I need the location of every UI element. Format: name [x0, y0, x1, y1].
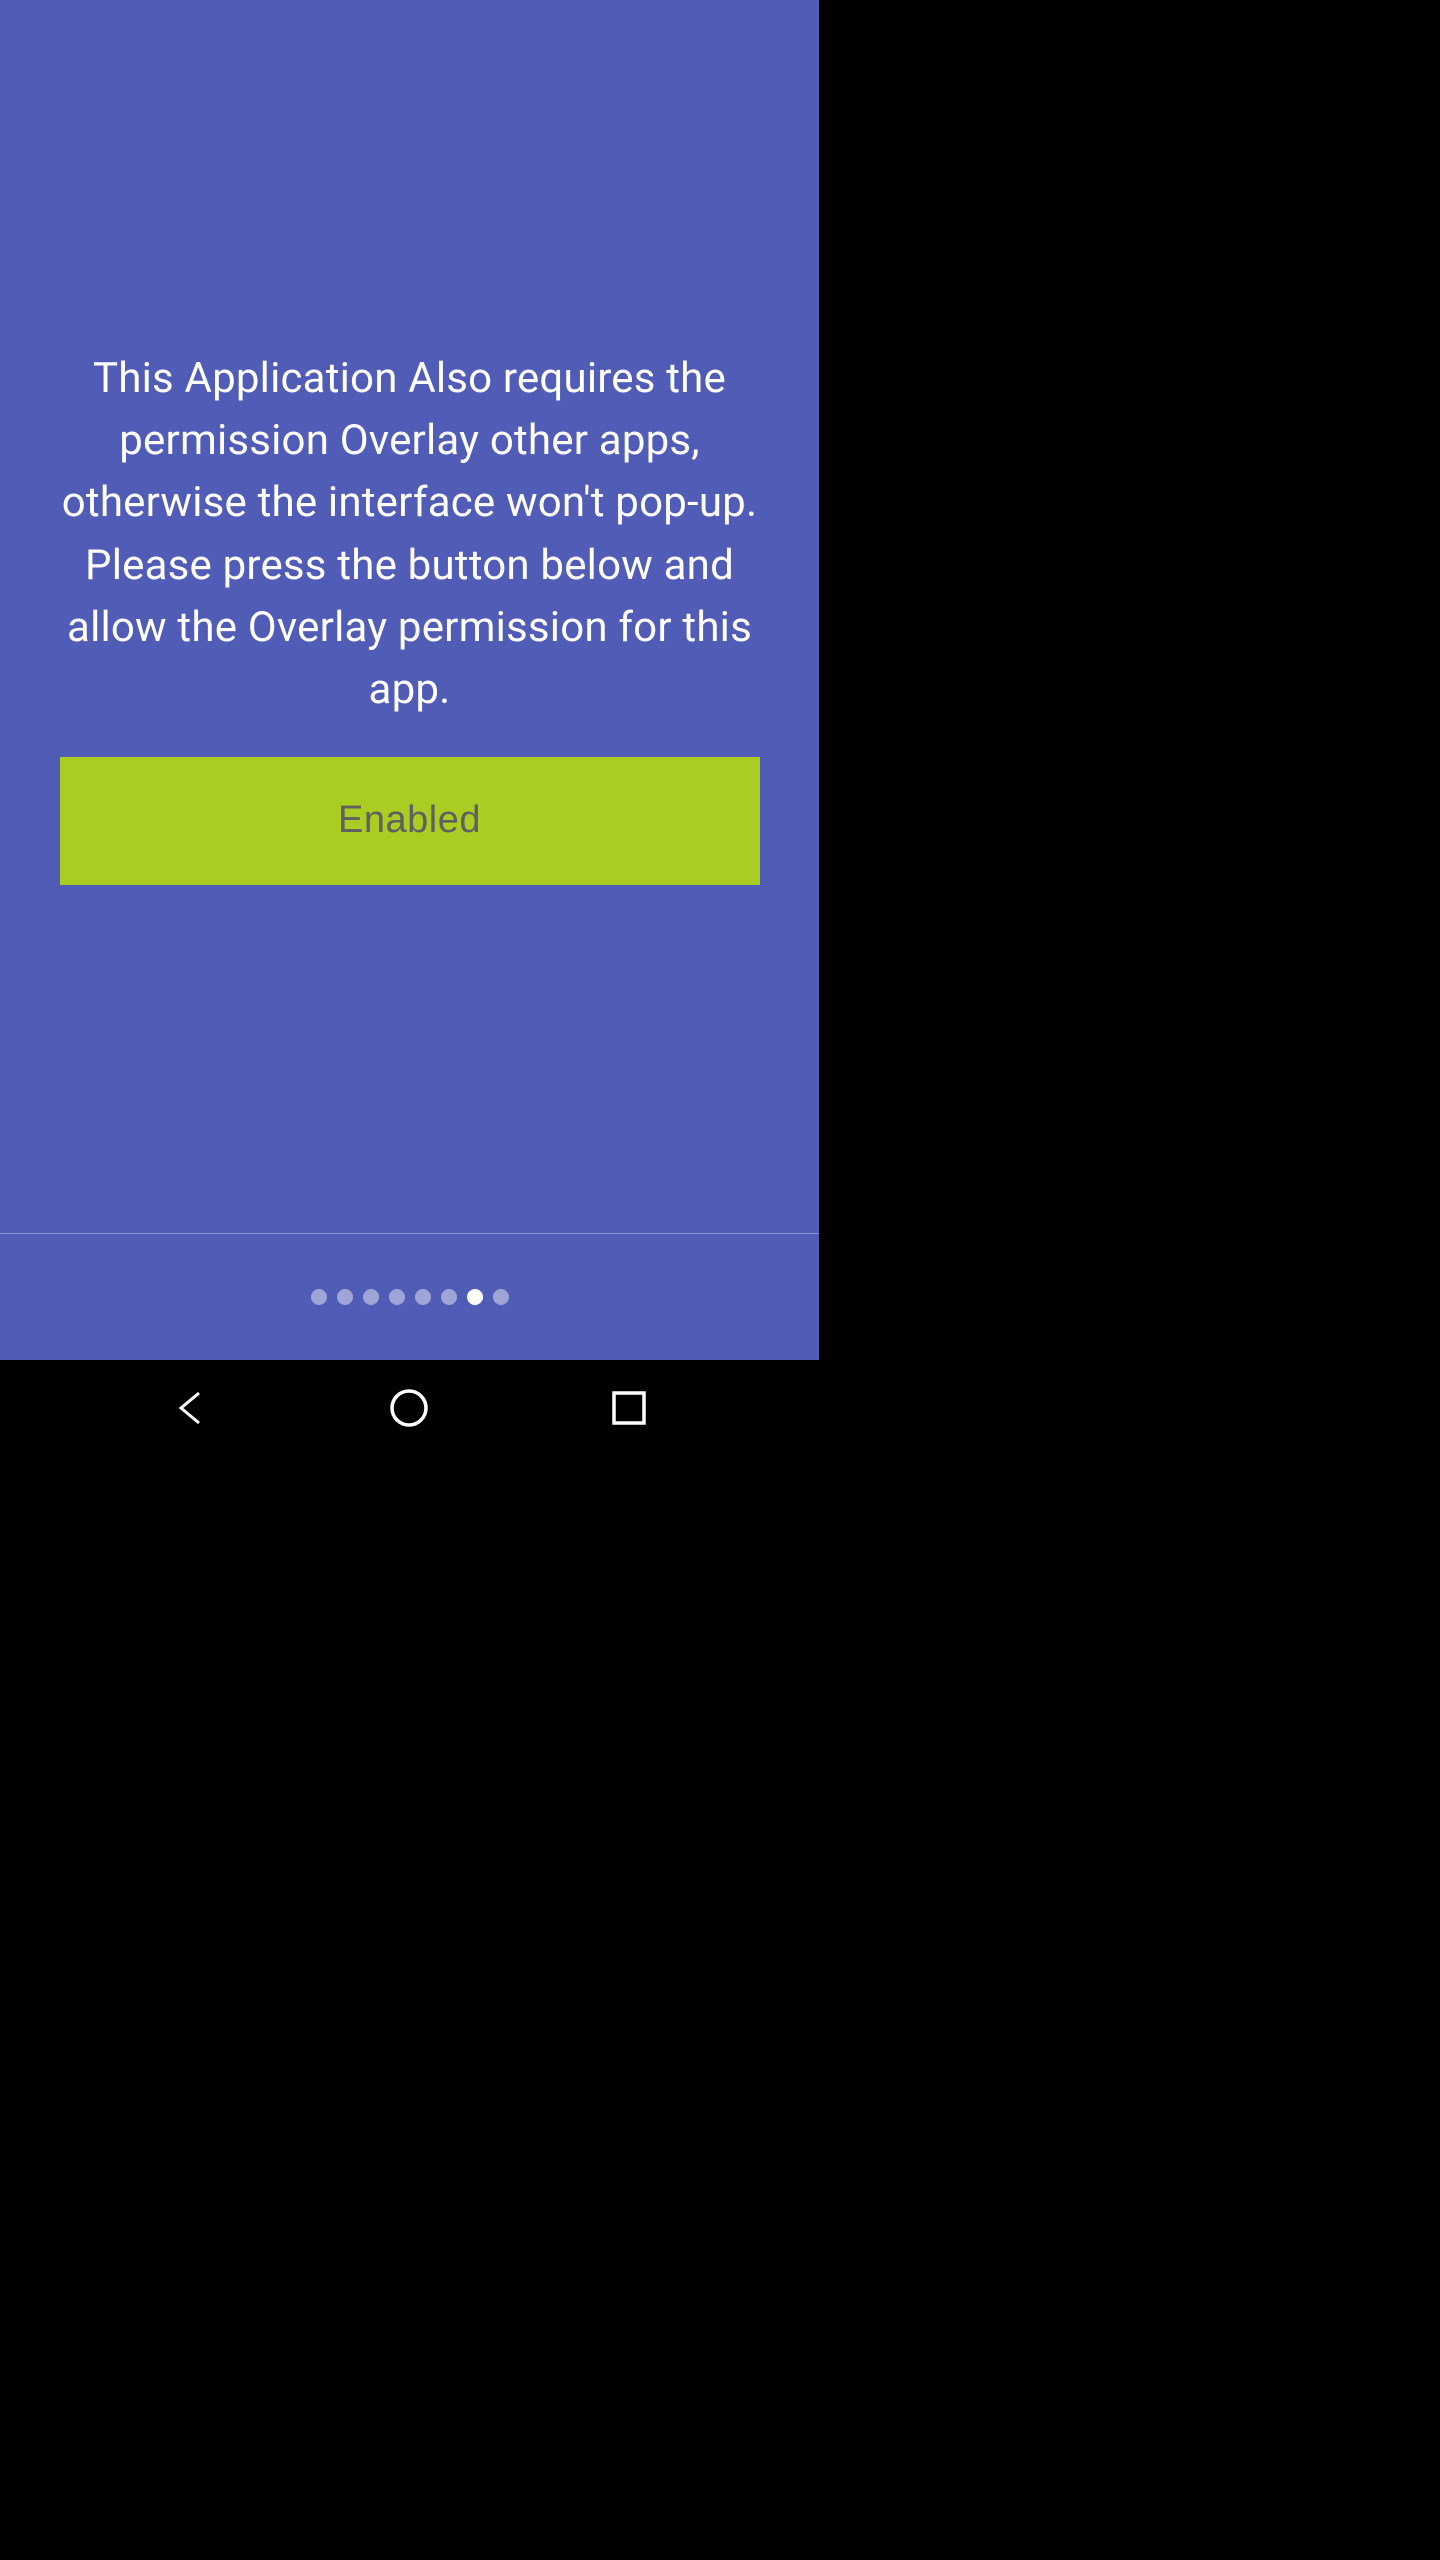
- dot-4: [389, 1289, 405, 1305]
- dot-5: [415, 1289, 431, 1305]
- page-indicator: [0, 1234, 819, 1360]
- enable-button[interactable]: Enabled: [60, 757, 760, 885]
- dot-8: [493, 1289, 509, 1305]
- permission-message: This Application Also requires the permi…: [30, 348, 789, 721]
- dot-7-active: [467, 1289, 483, 1305]
- dot-2: [337, 1289, 353, 1305]
- dot-3: [363, 1289, 379, 1305]
- dot-6: [441, 1289, 457, 1305]
- android-navbar: [0, 1360, 819, 1456]
- onboarding-screen: This Application Also requires the permi…: [0, 0, 819, 1360]
- content-area: This Application Also requires the permi…: [0, 0, 819, 1233]
- nav-home-button[interactable]: [379, 1378, 439, 1438]
- nav-back-button[interactable]: [160, 1378, 220, 1438]
- dot-1: [311, 1289, 327, 1305]
- nav-recent-button[interactable]: [599, 1378, 659, 1438]
